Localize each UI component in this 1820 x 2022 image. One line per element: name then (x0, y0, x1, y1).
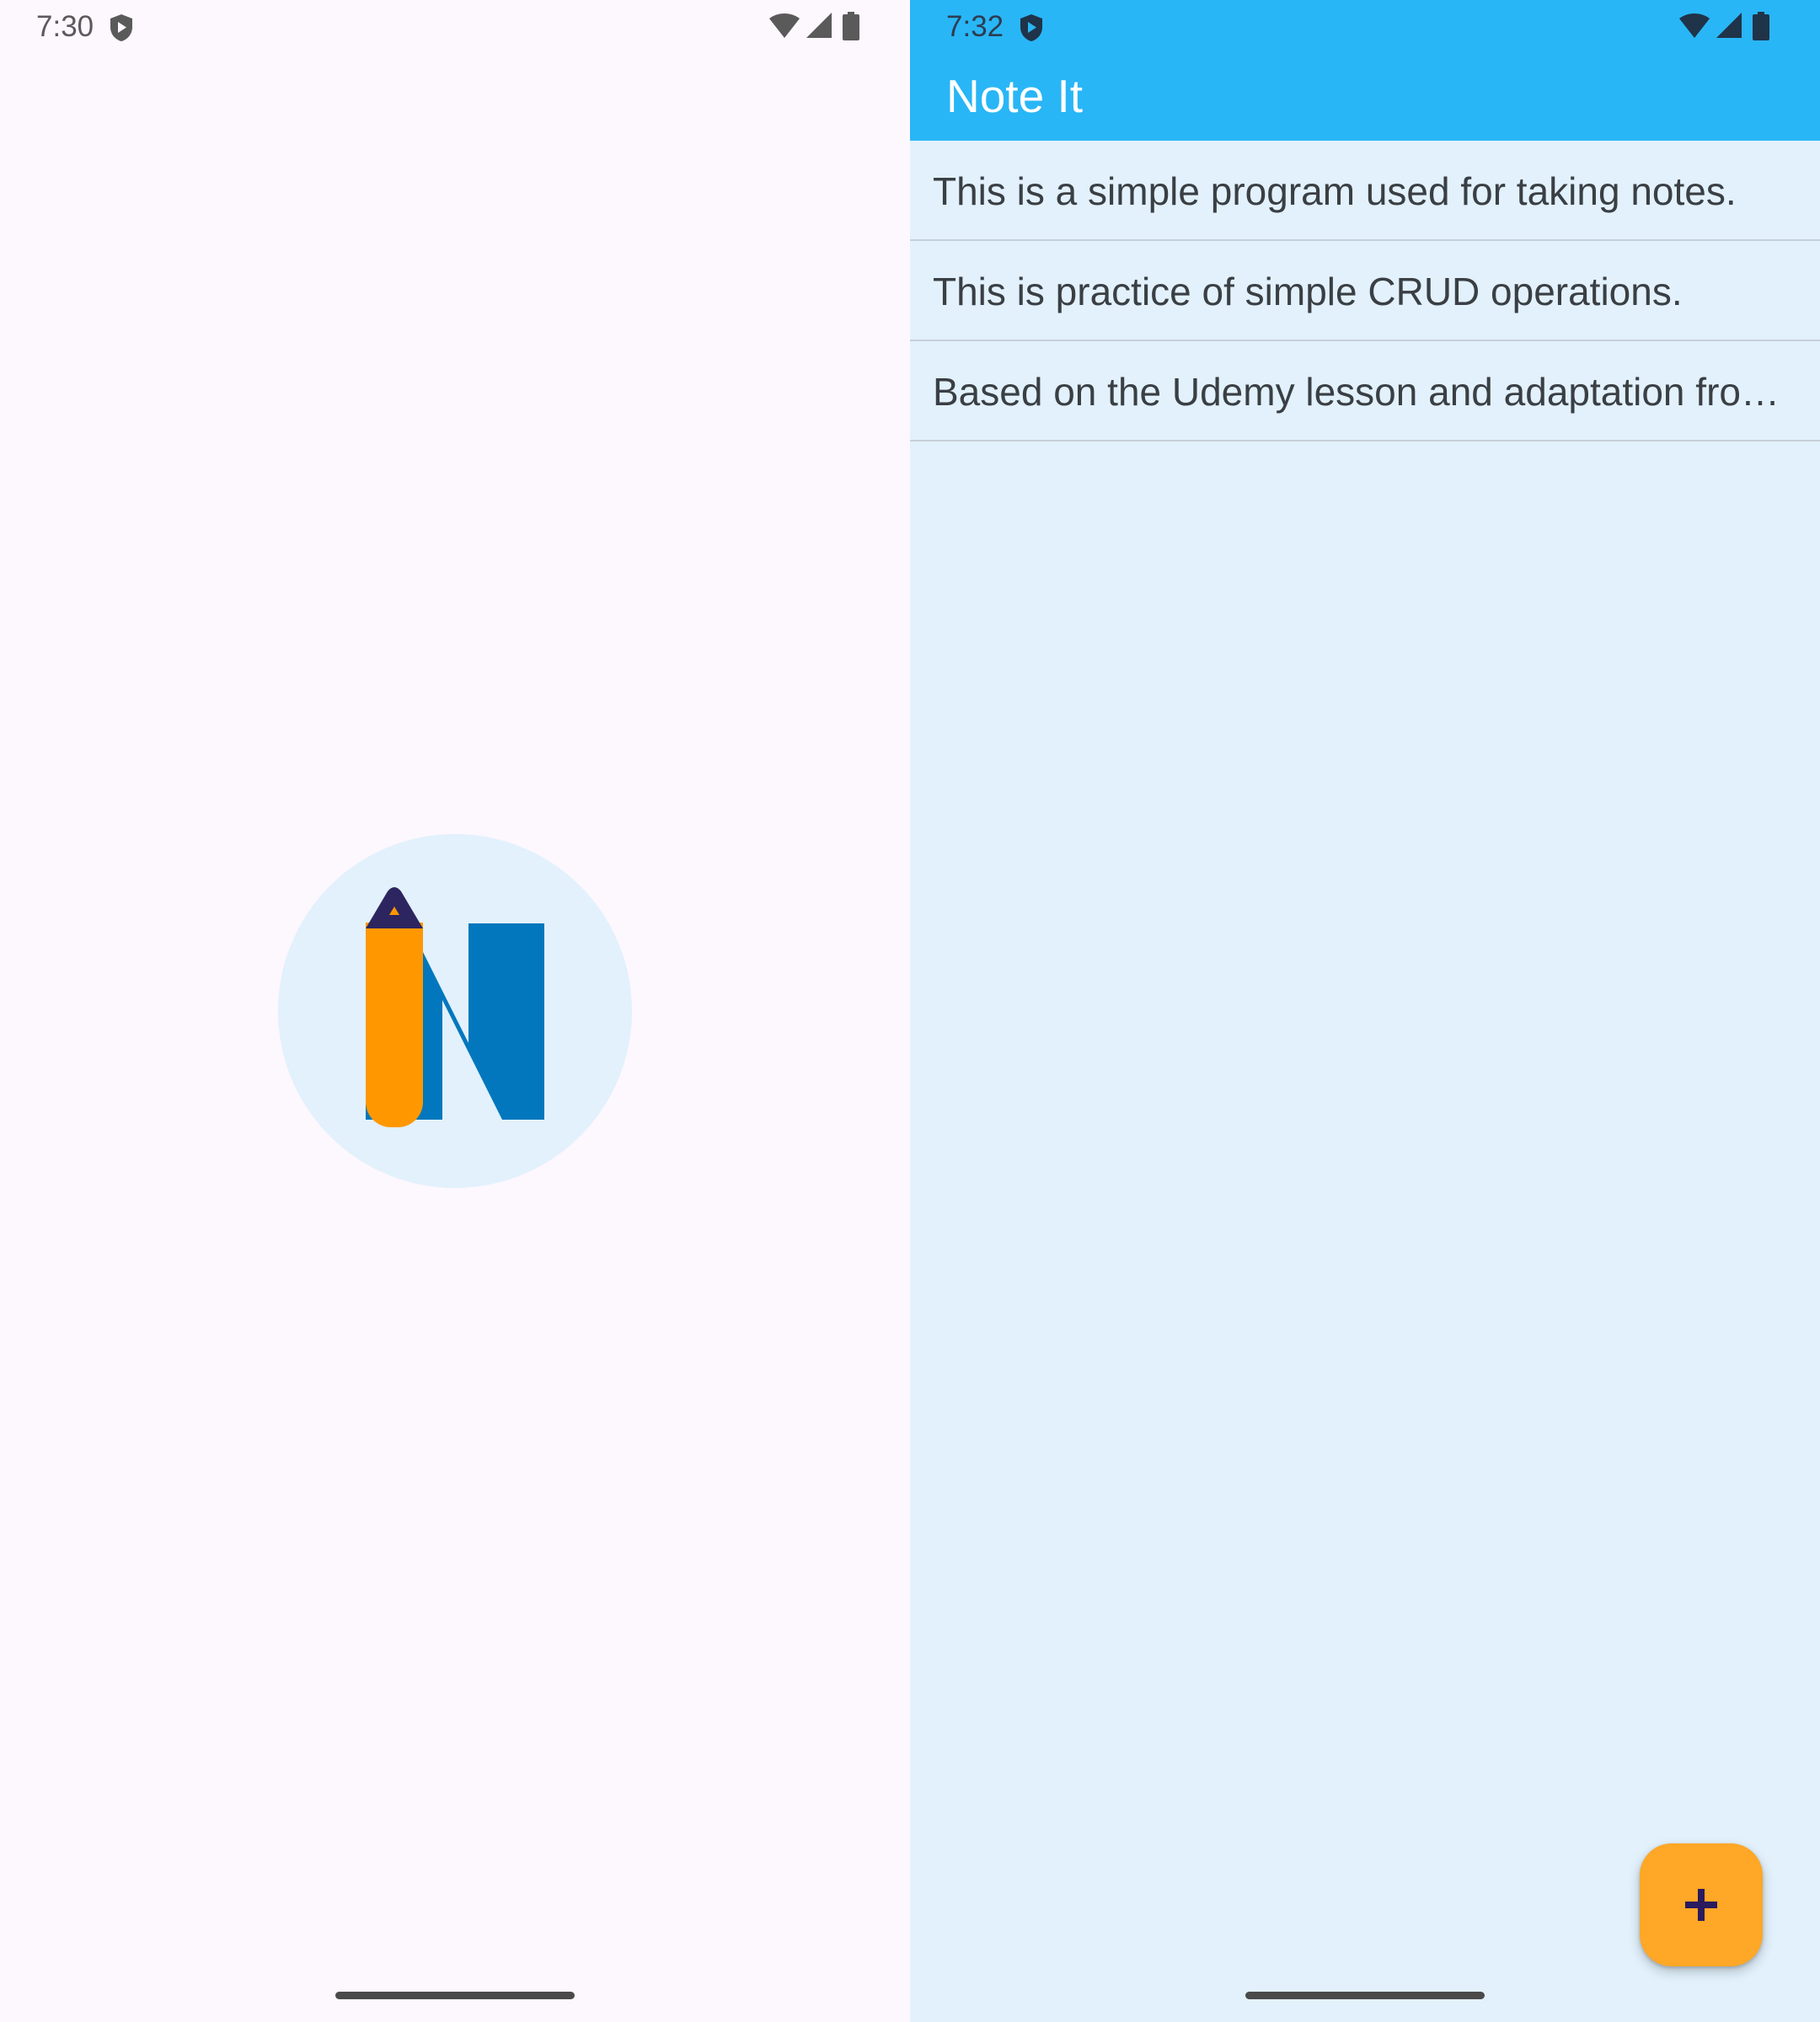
note-item[interactable]: Based on the Udemy lesson and adaptation… (910, 341, 1820, 441)
note-item[interactable]: This is a simple program used for taking… (910, 141, 1820, 241)
cellular-signal-icon (806, 13, 832, 38)
notes-screen: 7:32 Note It This is a simple program us… (910, 0, 1820, 2022)
shield-play-icon (109, 13, 134, 42)
app-bar: 7:32 Note It (910, 0, 1820, 141)
note-text: This is a simple program used for taking… (933, 169, 1737, 213)
shield-play-icon (1019, 13, 1044, 42)
status-bar: 7:30 (0, 0, 910, 52)
note-it-logo-icon (366, 887, 544, 1127)
battery-icon (1753, 12, 1769, 40)
cellular-signal-icon (1716, 13, 1742, 38)
note-item[interactable]: This is practice of simple CRUD operatio… (910, 241, 1820, 341)
note-text: This is practice of simple CRUD operatio… (933, 270, 1683, 313)
wifi-icon (1679, 13, 1710, 38)
app-logo (278, 834, 632, 1188)
gesture-handle[interactable] (1245, 1992, 1485, 1999)
add-note-button[interactable] (1640, 1843, 1763, 1966)
splash-screen: 7:30 (0, 0, 910, 2022)
battery-icon (843, 12, 859, 40)
note-text: Based on the Udemy lesson and adaptation… (933, 370, 1788, 414)
app-title: Note It (946, 70, 1084, 122)
gesture-handle[interactable] (335, 1992, 575, 1999)
note-list: This is a simple program used for taking… (910, 141, 1820, 441)
status-icons (768, 12, 878, 42)
status-time: 7:32 (946, 10, 1004, 43)
status-icons (1678, 12, 1788, 42)
status-bar: 7:32 (910, 0, 1820, 52)
wifi-icon (769, 13, 800, 38)
status-time: 7:30 (36, 10, 94, 43)
plus-icon (1685, 1889, 1717, 1921)
